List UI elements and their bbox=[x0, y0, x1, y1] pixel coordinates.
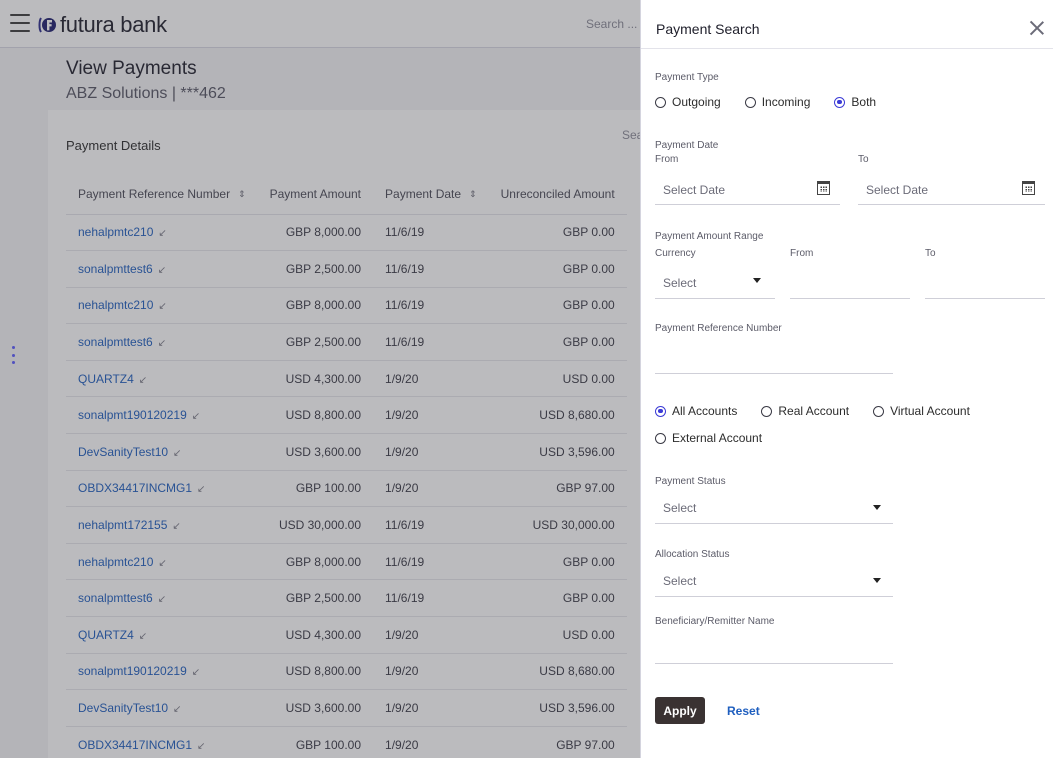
radio-outgoing[interactable]: Outgoing bbox=[655, 95, 721, 109]
allocation-status-select[interactable]: Select bbox=[655, 565, 893, 597]
payment-type-label: Payment Type bbox=[655, 72, 719, 83]
amount-to-input[interactable] bbox=[925, 267, 1045, 299]
account-type-radio-group-2: External Account bbox=[655, 431, 786, 445]
radio-icon bbox=[655, 432, 666, 444]
caret-down-icon bbox=[873, 505, 881, 510]
calendar-icon[interactable] bbox=[817, 181, 830, 195]
panel-divider bbox=[641, 48, 1053, 49]
apply-button[interactable]: Apply bbox=[655, 697, 705, 724]
reference-number-label: Payment Reference Number bbox=[655, 323, 782, 334]
reset-button[interactable]: Reset bbox=[727, 704, 760, 718]
modal-backdrop[interactable] bbox=[0, 0, 640, 758]
payment-type-radio-group: Outgoing Incoming Both bbox=[655, 95, 900, 109]
radio-both[interactable]: Both bbox=[834, 95, 876, 109]
amount-from-input[interactable] bbox=[790, 267, 910, 299]
date-from-label: From bbox=[655, 154, 679, 165]
radio-icon bbox=[655, 96, 666, 108]
close-icon[interactable] bbox=[1029, 20, 1045, 36]
panel-title: Payment Search bbox=[656, 21, 760, 37]
payment-status-label: Payment Status bbox=[655, 476, 726, 487]
radio-selected-icon bbox=[655, 405, 666, 417]
account-type-radio-group: All Accounts Real Account Virtual Accoun… bbox=[655, 404, 994, 418]
radio-icon bbox=[761, 405, 773, 417]
radio-selected-icon bbox=[834, 96, 846, 108]
payment-status-select[interactable]: Select bbox=[655, 492, 893, 524]
radio-external-account[interactable]: External Account bbox=[655, 431, 762, 445]
radio-icon bbox=[873, 405, 885, 417]
caret-down-icon bbox=[753, 278, 761, 283]
beneficiary-name-label: Beneficiary/Remitter Name bbox=[655, 616, 775, 627]
amount-from-label: From bbox=[790, 248, 814, 259]
reference-number-input[interactable] bbox=[655, 342, 893, 374]
radio-icon bbox=[744, 96, 756, 108]
beneficiary-name-input[interactable] bbox=[655, 632, 893, 664]
caret-down-icon bbox=[873, 578, 881, 583]
currency-select[interactable]: Select bbox=[655, 267, 775, 299]
date-to-label: To bbox=[858, 154, 869, 165]
date-from-input[interactable]: Select Date bbox=[655, 175, 840, 205]
payment-date-label: Payment Date bbox=[655, 140, 719, 151]
radio-incoming[interactable]: Incoming bbox=[744, 95, 810, 109]
amount-range-label: Payment Amount Range bbox=[655, 231, 764, 242]
calendar-icon[interactable] bbox=[1022, 181, 1035, 195]
date-to-input[interactable]: Select Date bbox=[858, 175, 1045, 205]
amount-to-label: To bbox=[925, 248, 936, 259]
radio-real-account[interactable]: Real Account bbox=[761, 404, 849, 418]
currency-label: Currency bbox=[655, 248, 696, 259]
radio-virtual-account[interactable]: Virtual Account bbox=[873, 404, 970, 418]
allocation-status-label: Allocation Status bbox=[655, 549, 730, 560]
radio-all-accounts[interactable]: All Accounts bbox=[655, 404, 737, 418]
